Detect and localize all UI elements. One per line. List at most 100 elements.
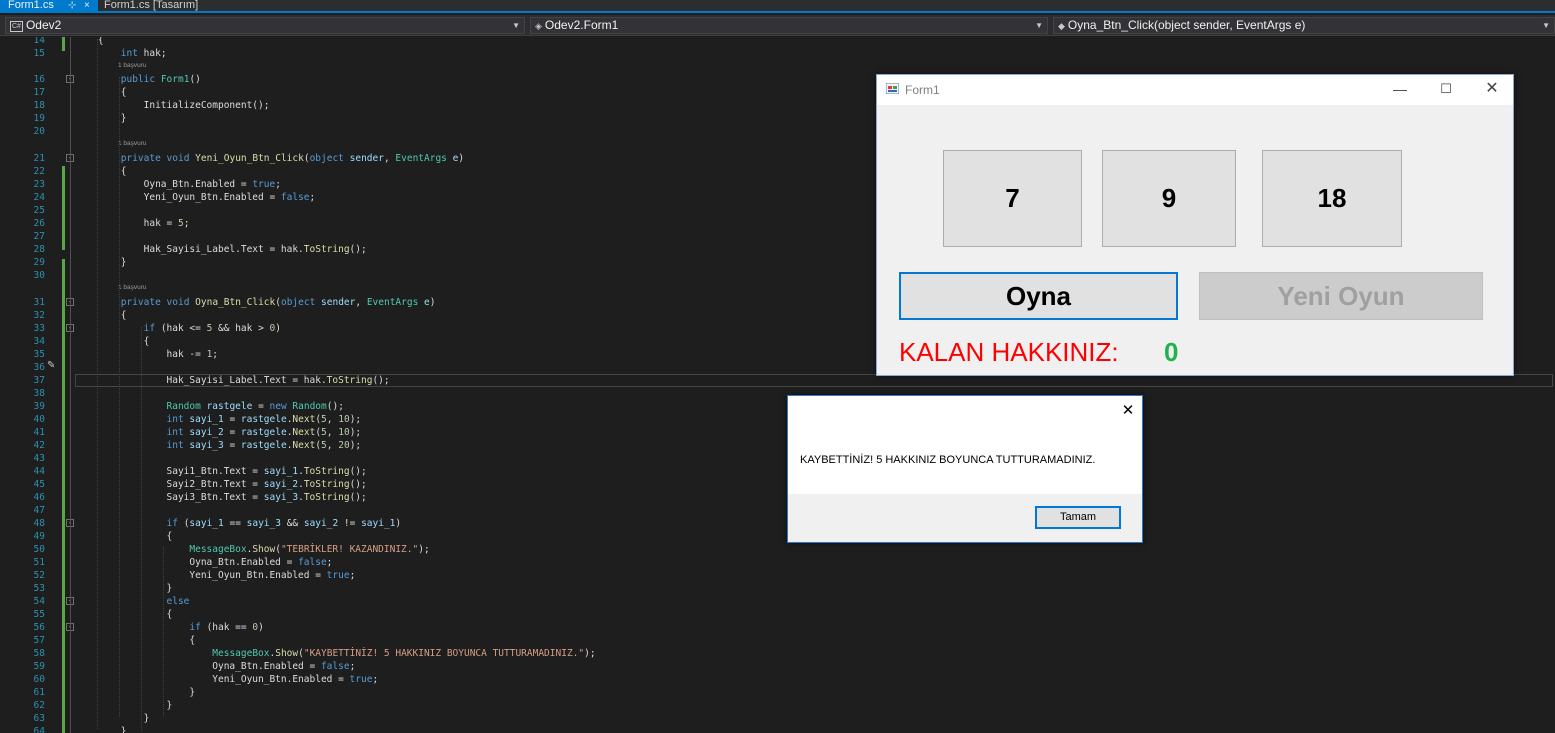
form1-titlebar[interactable]: Form1 — ☐ ✕ [877,75,1513,105]
line-number: 24 [33,192,45,203]
code-text: Oyna_Btn.Enabled = true; [75,179,281,190]
code-text: int hak; [120,48,167,59]
line-number: 51 [33,557,45,568]
tamam-button[interactable]: Tamam [1035,506,1121,529]
code-line[interactable]: 38 [0,387,1555,400]
code-line[interactable]: 58 MessageBox.Show("KAYBETTİNİZ! 5 HAKKI… [0,647,1555,660]
code-line[interactable]: 56 if (hak == 0)- [0,621,1555,634]
project-dropdown[interactable]: C# Odev2 ▼ [5,17,525,34]
project-dropdown-value: Odev2 [25,18,62,32]
member-dropdown[interactable]: ◆ Oyna_Btn_Click(object sender, EventArgs… [1053,17,1555,34]
kalan-hak-label: KALAN HAKKINIZ: [899,337,1119,367]
code-text: private void Yeni_Oyun_Btn_Click(object … [120,153,465,164]
line-number: 30 [33,270,45,281]
code-line[interactable]: 40 int sayi_1 = rastgele.Next(5, 10); [0,413,1555,426]
indent-guide [119,77,120,717]
line-number: 18 [33,100,45,111]
code-text: { [75,609,173,620]
tab-form1-cs[interactable]: Form1.cs ⊹ × [0,0,98,13]
code-text: Oyna_Btn.Enabled = false; [75,557,333,568]
chevron-down-icon: ▼ [1542,21,1550,30]
code-text: if (hak <= 5 && hak > 0) [143,323,281,334]
yeni-oyun-button[interactable]: Yeni Oyun [1199,272,1483,320]
tab-form1-design[interactable]: Form1.cs [Tasarım] [104,0,198,13]
code-line[interactable]: 52 Yeni_Oyun_Btn.Enabled = true; [0,569,1555,582]
code-line[interactable]: 49 { [0,530,1555,543]
maximize-button[interactable]: ☐ [1423,75,1469,105]
code-line[interactable]: 39 Random rastgele = new Random(); [0,400,1555,413]
csharp-project-icon: C# [10,21,23,32]
codelens-reference[interactable]: 1 başvuru [118,284,147,292]
code-text: } [75,700,173,711]
line-number: 19 [33,113,45,124]
code-line[interactable]: 64 } [0,725,1555,733]
code-line[interactable]: 61 } [0,686,1555,699]
code-line[interactable]: 57 { [0,634,1555,647]
code-text: } [75,726,127,733]
line-number: 64 [33,726,45,733]
line-number: 22 [33,166,45,177]
code-line[interactable]: 42 int sayi_3 = rastgele.Next(5, 20); [0,439,1555,452]
code-text: Oyna_Btn.Enabled = false; [75,661,356,672]
code-text: } [75,713,150,724]
member-dropdown-value: Oyna_Btn_Click(object sender, EventArgs … [1067,18,1306,32]
close-button[interactable]: ✕ [1116,400,1140,422]
line-number: 41 [33,427,45,438]
line-number: 37 [33,375,45,386]
code-line[interactable]: 54 else- [0,595,1555,608]
code-text: MessageBox.Show("KAYBETTİNİZ! 5 HAKKINIZ… [212,648,596,659]
code-line[interactable]: 62 } [0,699,1555,712]
line-number: 25 [33,205,45,216]
change-marker [62,259,65,733]
code-line[interactable]: 53 } [0,582,1555,595]
sayi1-button[interactable]: 7 [943,150,1082,247]
quick-actions-icon[interactable]: ✎ [47,360,55,371]
minimize-button[interactable]: — [1377,75,1423,105]
outline-line [70,37,71,733]
line-number: 14 [33,37,45,46]
code-text: if (sayi_1 == sayi_3 && sayi_2 != sayi_1… [166,518,402,529]
line-number: 62 [33,700,45,711]
code-line[interactable]: 60 Yeni_Oyun_Btn.Enabled = true; [0,673,1555,686]
line-number: 32 [33,310,45,321]
line-number: 58 [33,648,45,659]
code-line[interactable]: 15 int hak; [0,47,1555,60]
code-line[interactable]: 63 } [0,712,1555,725]
line-number: 16 [33,74,45,85]
code-line[interactable]: 41 int sayi_2 = rastgele.Next(5, 10); [0,426,1555,439]
line-number: 53 [33,583,45,594]
code-line[interactable]: 50 MessageBox.Show("TEBRİKLER! KAZANDINI… [0,543,1555,556]
code-line[interactable]: 48 if (sayi_1 == sayi_3 && sayi_2 != say… [0,517,1555,530]
line-number: 60 [33,674,45,685]
code-line[interactable]: 55 { [0,608,1555,621]
codelens-reference[interactable]: 1 başvuru [118,62,147,70]
line-number: 45 [33,479,45,490]
code-line[interactable]: 43 [0,452,1555,465]
codelens-reference[interactable]: 1 başvuru [118,140,147,148]
code-line[interactable]: 51 Oyna_Btn.Enabled = false; [0,556,1555,569]
class-dropdown[interactable]: ◈ Odev2.Form1 ▼ [530,17,1048,34]
code-text: MessageBox.Show("TEBRİKLER! KAZANDINIZ."… [189,544,430,555]
close-button[interactable]: ✕ [1469,75,1515,105]
close-tab-icon[interactable]: × [84,0,90,11]
code-text: int sayi_2 = rastgele.Next(5, 10); [166,427,362,438]
code-line[interactable]: 44 Sayi1_Btn.Text = sayi_1.ToString(); [0,465,1555,478]
code-text: InitializeComponent(); [75,100,270,111]
code-line[interactable]: 46 Sayi3_Btn.Text = sayi_3.ToString(); [0,491,1555,504]
code-line[interactable]: 45 Sayi2_Btn.Text = sayi_2.ToString(); [0,478,1555,491]
code-line[interactable]: 47 [0,504,1555,517]
navigation-bar: C# Odev2 ▼ ◈ Odev2.Form1 ▼ ◆ Oyna_Btn_Click… [0,15,1555,36]
sayi2-button[interactable]: 9 [1102,150,1236,247]
line-number: 46 [33,492,45,503]
code-text: int sayi_1 = rastgele.Next(5, 10); [166,414,362,425]
code-line[interactable]: 59 Oyna_Btn.Enabled = false; [0,660,1555,673]
line-number: 42 [33,440,45,451]
oyna-button[interactable]: Oyna [899,272,1178,320]
change-marker [62,37,65,51]
code-text: int sayi_3 = rastgele.Next(5, 20); [166,440,362,451]
sayi3-button[interactable]: 18 [1262,150,1402,247]
code-text: { [75,635,196,646]
code-line[interactable]: 14 { [0,37,1555,47]
form-icon [886,83,899,94]
pin-icon[interactable]: ⊹ [68,0,76,11]
